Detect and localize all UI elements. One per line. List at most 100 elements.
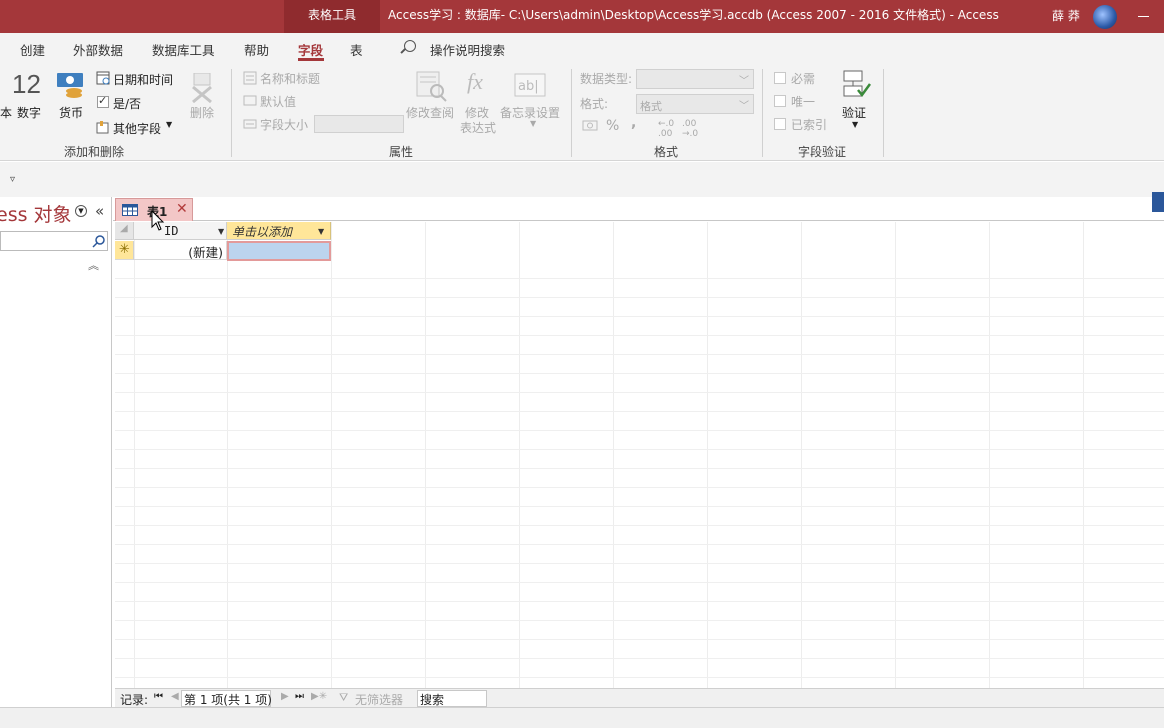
grid-line (895, 222, 896, 688)
group-separator (571, 69, 572, 157)
collapse-up-icon[interactable]: ︽ (88, 257, 99, 273)
tab-table[interactable]: 表 (350, 40, 363, 59)
number-icon[interactable]: 12 (12, 69, 41, 100)
search-icon[interactable] (92, 234, 106, 248)
select-all-corner[interactable]: ◢ (115, 222, 134, 240)
data-type-select[interactable]: ﹀ (636, 69, 754, 89)
modify-expression-label-2[interactable]: 表达式 (460, 119, 496, 136)
grid-line (115, 658, 1164, 659)
grid-line (331, 222, 332, 688)
new-record-nav-icon[interactable]: ▶✳ (311, 691, 327, 702)
mouse-cursor-icon (151, 210, 165, 231)
tab-database-tools[interactable]: 数据库工具 (152, 40, 215, 59)
required-label: 必需 (791, 72, 816, 86)
customize-quick-access-icon[interactable]: ▿ (10, 174, 15, 185)
field-validation-group-label: 字段验证 (798, 145, 847, 159)
tab-create[interactable]: 创建 (20, 40, 45, 59)
current-record-input[interactable]: 第 1 项(共 1 项) (181, 690, 272, 707)
new-record-add-cell[interactable] (227, 241, 331, 261)
grid-line (115, 373, 1164, 374)
record-search-input[interactable]: 搜索 (417, 690, 487, 707)
properties-group-label: 属性 (389, 145, 414, 159)
ribbon-tabs: 创建 外部数据 数据库工具 帮助 字段 表 操作说明搜索 (0, 33, 1164, 63)
tab-help[interactable]: 帮助 (244, 40, 269, 59)
delete-icon[interactable] (190, 73, 214, 103)
yes-no-checkbox-icon[interactable] (97, 94, 109, 108)
window-title: Access学习 : 数据库- C:\Users\admin\Desktop\A… (388, 8, 999, 22)
grid-line (115, 430, 1164, 431)
nav-search-input[interactable] (0, 231, 108, 251)
comma-style-icon[interactable]: , (631, 115, 636, 131)
svg-text:ab|: ab| (518, 79, 539, 94)
avatar[interactable] (1093, 5, 1117, 29)
modify-lookups-icon[interactable] (414, 71, 448, 103)
nav-collapse-icon[interactable]: « (95, 202, 104, 220)
validation-chevron-down-icon[interactable]: ▼ (852, 120, 858, 129)
new-record-selector[interactable]: ✳ (115, 241, 134, 260)
new-record-icon: ✳ (119, 242, 130, 257)
next-record-icon[interactable]: ▶ (281, 691, 289, 702)
click-to-add-label: 单击以添加 (232, 225, 293, 239)
column-header-id[interactable]: ID ▼ (134, 222, 227, 240)
delete-button-label[interactable]: 删除 (190, 104, 214, 121)
column-dropdown-icon[interactable]: ▼ (218, 227, 224, 236)
column-header-click-to-add[interactable]: 单击以添加 ▼ (227, 222, 331, 240)
validation-button-label[interactable]: 验证 (842, 104, 866, 121)
user-name[interactable]: 薛 莽 (1052, 0, 1080, 33)
tab-fields[interactable]: 字段 (298, 40, 323, 59)
new-record-id-cell[interactable]: (新建) (134, 241, 227, 260)
filter-icon[interactable]: ⛛ (339, 691, 348, 705)
datetime-button-label[interactable]: 日期和时间 (113, 71, 173, 88)
minimize-icon[interactable] (1138, 16, 1149, 17)
field-size-input[interactable] (314, 115, 404, 133)
number-button-label[interactable]: 数字 (17, 104, 41, 121)
record-search-placeholder: 搜索 (420, 693, 445, 707)
modify-lookups-button-label[interactable]: 修改查阅 (406, 104, 454, 121)
name-caption-icon (243, 71, 257, 85)
required-checkbox[interactable] (774, 72, 786, 84)
datasheet-grid[interactable]: ◢ ID ▼ 单击以添加 ▼ ✳ (新建) (115, 222, 1164, 688)
currency-button-label[interactable]: 货币 (59, 104, 83, 121)
chevron-down-icon: ﹀ (739, 101, 749, 112)
last-record-icon[interactable]: ⏭ (295, 691, 304, 702)
grid-line (115, 335, 1164, 336)
expression-fx-icon[interactable]: fx (467, 69, 483, 95)
short-text-button-label[interactable]: 本 (0, 104, 12, 121)
yes-no-button-label[interactable]: 是/否 (113, 95, 141, 112)
tell-me-search[interactable]: 操作说明搜索 (430, 40, 505, 59)
nav-pane-title[interactable]: ess 对象 (0, 200, 72, 227)
memo-settings-icon[interactable]: ab| (514, 73, 546, 97)
default-value-button-label[interactable]: 默认值 (260, 93, 296, 110)
format-select[interactable]: 格式 ﹀ (636, 94, 754, 114)
document-tab-bar: 表1 ✕ (113, 197, 1164, 221)
group-separator (762, 69, 763, 157)
currency-format-icon[interactable] (582, 119, 600, 133)
indexed-checkbox[interactable] (774, 118, 786, 130)
grid-line (227, 222, 228, 688)
no-filter-label[interactable]: 无筛选器 (355, 691, 403, 708)
more-fields-button-label[interactable]: 其他字段 (113, 120, 161, 137)
increase-decimals-icon[interactable]: ←.0.00 (658, 119, 674, 139)
nav-dropdown-icon[interactable]: ▼ (75, 205, 87, 217)
search-icon[interactable] (404, 40, 416, 52)
currency-icon[interactable] (56, 71, 86, 99)
grid-line (115, 278, 1164, 279)
memo-chevron-down-icon[interactable]: ▼ (530, 119, 536, 128)
previous-record-icon[interactable]: ◀ (171, 691, 179, 702)
tab-external-data[interactable]: 外部数据 (73, 40, 123, 59)
status-bar (0, 707, 1164, 728)
decrease-decimals-icon[interactable]: .00 →.0 (682, 119, 698, 139)
chevron-down-icon[interactable]: ▼ (166, 120, 172, 129)
close-icon[interactable]: ✕ (176, 201, 188, 217)
record-navigation-bar: 记录: ⏮ ◀ 第 1 项(共 1 项) ▶ ⏭ ▶✳ ⛛ 无筛选器 搜索 (115, 688, 1164, 707)
first-record-icon[interactable]: ⏮ (154, 691, 163, 702)
unique-checkbox[interactable] (774, 95, 786, 107)
grid-line (115, 639, 1164, 640)
percent-icon[interactable]: % (606, 118, 619, 134)
name-caption-button-label[interactable]: 名称和标题 (260, 70, 320, 87)
new-record-id-value: (新建) (188, 245, 223, 260)
validation-icon[interactable] (842, 70, 872, 102)
grid-line (115, 449, 1164, 450)
grid-line (115, 392, 1164, 393)
column-dropdown-icon[interactable]: ▼ (318, 227, 324, 236)
